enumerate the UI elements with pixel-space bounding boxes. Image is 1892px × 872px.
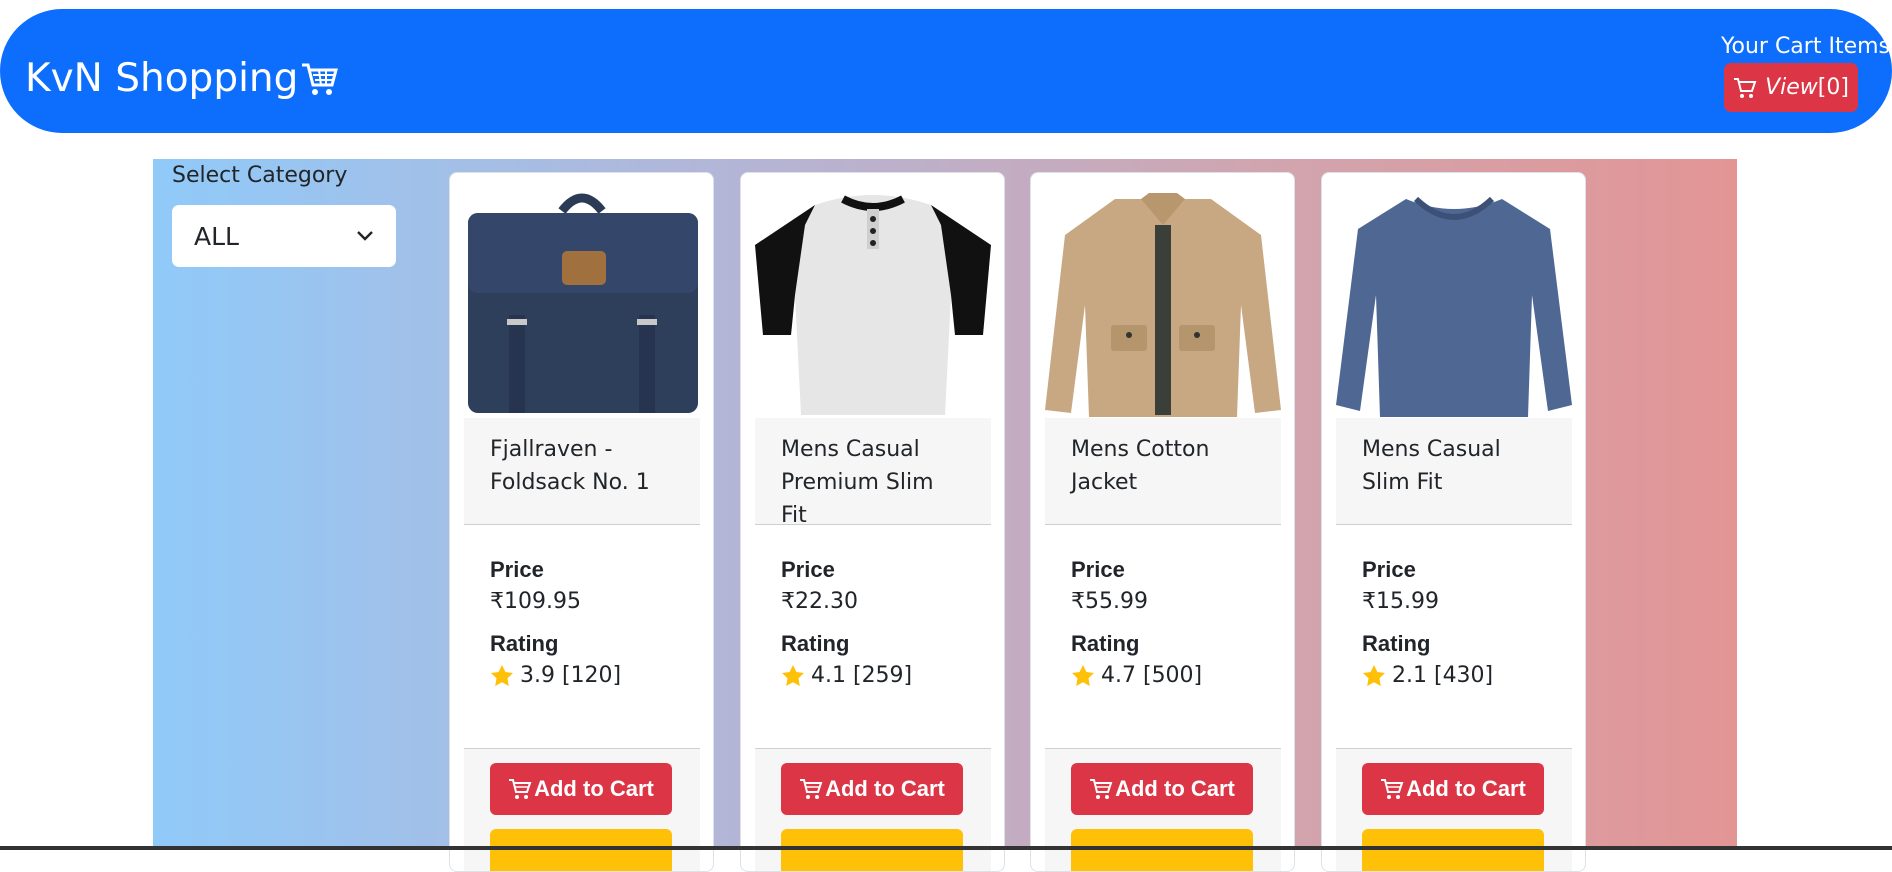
price-label: Price [1071,557,1125,582]
product-title-line: Mens Cotton [1071,437,1210,462]
rating-value: 4.1 [259] [811,663,913,688]
product-title-line: Slim Fit [1362,470,1443,495]
product-card[interactable]: Mens Cotton Jacket Price ₹55.99 Rating 4… [1030,172,1295,872]
price-label: Price [1362,557,1416,582]
cart-items-label: Your Cart Items [1720,34,1890,59]
longsleeve-shirt-image[interactable] [1336,185,1572,590]
product-card[interactable]: Mens Casual Premium Slim Fit Price ₹22.3… [740,172,1005,872]
cart-icon [800,779,823,799]
star-icon [1072,665,1094,686]
shopping-cart-icon [302,63,339,95]
add-to-cart-label: Add to Cart [1115,776,1235,801]
chevron-down-icon [357,231,373,241]
brand[interactable]: KvN Shopping [25,55,339,103]
buy-now-button[interactable] [1071,829,1253,871]
view-cart-button[interactable]: View[0] [1724,63,1858,112]
add-to-cart-label: Add to Cart [534,776,654,801]
price-value: ₹109.95 [490,589,581,614]
product-card[interactable]: Mens Casual Slim Fit Price ₹15.99 Rating… [1321,172,1586,872]
rating-label: Rating [1071,631,1140,656]
product-details: Price ₹22.30 Rating 4.1 [259] [781,555,981,693]
price-label: Price [490,557,544,582]
cart-icon [1381,779,1404,799]
product-title-line: Foldsack No. 1 [490,470,650,495]
rating-value: 4.7 [500] [1101,663,1203,688]
price-value: ₹55.99 [1071,589,1148,614]
product-details: Price ₹109.95 Rating 3.9 [120] [490,555,690,693]
cart-icon [509,779,532,799]
rating-row: 3.9 [120] [490,659,690,693]
product-title[interactable]: Mens Cotton Jacket [1045,418,1281,525]
card-footer: Add to Cart [1045,748,1281,871]
buy-now-button[interactable] [490,829,672,871]
backpack-image[interactable] [464,185,700,590]
price-label: Price [781,557,835,582]
product-title-line: Fjallraven - [490,437,613,462]
product-title[interactable]: Mens Casual Premium Slim Fit [755,418,991,528]
rating-row: 2.1 [430] [1362,659,1562,693]
add-to-cart-button[interactable]: Add to Cart [490,763,672,815]
add-to-cart-button[interactable]: Add to Cart [1071,763,1253,815]
buy-now-button[interactable] [781,829,963,871]
brand-title: KvN Shopping [25,56,299,101]
category-select[interactable]: ALL [172,205,396,267]
product-title[interactable]: Mens Casual Slim Fit [1336,418,1572,525]
product-title-line: Mens Casual [1362,437,1501,462]
rating-row: 4.1 [259] [781,659,981,693]
rating-value: 3.9 [120] [520,663,622,688]
buy-now-button[interactable] [1362,829,1544,871]
card-footer: Add to Cart [1336,748,1572,871]
category-label: Select Category [172,163,348,188]
add-to-cart-label: Add to Cart [825,776,945,801]
card-footer: Add to Cart [464,748,700,871]
rating-label: Rating [781,631,850,656]
star-icon [1363,665,1385,686]
product-details: Price ₹15.99 Rating 2.1 [430] [1362,555,1562,693]
window-bottom-edge [0,846,1892,850]
product-title[interactable]: Fjallraven - Foldsack No. 1 [464,418,700,525]
card-footer: Add to Cart [755,748,991,871]
product-details: Price ₹55.99 Rating 4.7 [500] [1071,555,1271,693]
cart-icon [1734,77,1757,98]
view-label: View [1765,75,1818,100]
rating-value: 2.1 [430] [1392,663,1494,688]
app-header: KvN Shopping Your Cart Items [0,9,1892,133]
cart-icon [1090,779,1113,799]
rating-row: 4.7 [500] [1071,659,1271,693]
rating-label: Rating [490,631,559,656]
category-selected-value: ALL [194,221,239,251]
cart-count: [0] [1817,75,1849,100]
price-value: ₹15.99 [1362,589,1439,614]
price-value: ₹22.30 [781,589,858,614]
star-icon [782,665,804,686]
add-to-cart-label: Add to Cart [1406,776,1526,801]
product-title-line: Mens Casual [781,437,920,462]
add-to-cart-button[interactable]: Add to Cart [781,763,963,815]
product-card[interactable]: Fjallraven - Foldsack No. 1 Price ₹109.9… [449,172,714,872]
rating-label: Rating [1362,631,1431,656]
product-title-line: Premium Slim Fit [781,470,934,528]
add-to-cart-button[interactable]: Add to Cart [1362,763,1544,815]
jacket-image[interactable] [1045,185,1281,590]
star-icon [491,665,513,686]
product-title-line: Jacket [1071,470,1138,495]
